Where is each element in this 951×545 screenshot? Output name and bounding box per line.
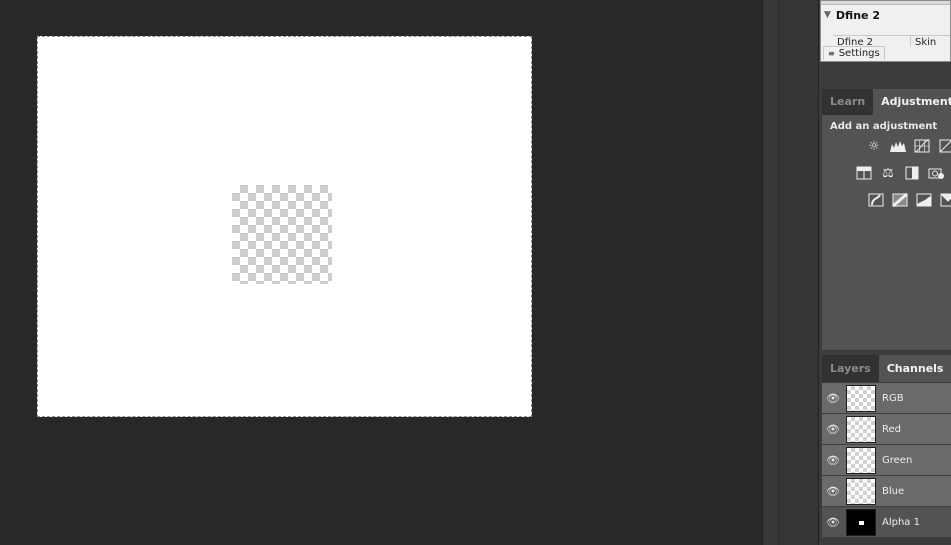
photo-filter-icon[interactable] xyxy=(927,165,945,181)
color-balance-icon[interactable]: ⚖ xyxy=(879,165,897,181)
black-white-icon[interactable] xyxy=(903,165,921,181)
adjustment-icons-row-3 xyxy=(867,192,951,208)
plugin-settings-tab[interactable]: ≡ Settings xyxy=(823,46,885,60)
channel-row-green[interactable]: 👁 Green xyxy=(822,445,951,476)
plugin-table-col-2[interactable]: Skin xyxy=(911,36,936,47)
channel-row-blue[interactable]: 👁 Blue xyxy=(822,476,951,507)
invert-icon[interactable] xyxy=(867,192,885,208)
add-adjustment-label: Add an adjustment xyxy=(830,121,938,132)
channel-name: Blue xyxy=(882,485,905,497)
plugin-title-row[interactable]: ▼ Dfine 2 xyxy=(821,5,950,25)
panel-dock-strip[interactable] xyxy=(762,0,778,545)
visibility-eye-icon[interactable]: 👁 xyxy=(822,516,844,529)
tab-layers[interactable]: Layers xyxy=(822,355,879,382)
visibility-eye-icon[interactable]: 👁 xyxy=(822,485,844,498)
settings-list-icon: ≡ xyxy=(828,49,835,58)
photoshop-window: ▼ Dfine 2 Dfine 2 Skin ≡ Settings Learn … xyxy=(0,0,951,545)
channel-thumbnail xyxy=(846,477,876,505)
channel-row-red[interactable]: 👁 Red xyxy=(822,414,951,445)
channel-row-rgb[interactable]: 👁 RGB xyxy=(822,383,951,414)
tab-channels[interactable]: Channels xyxy=(878,355,951,382)
adjustment-icons-row-2: ⚖ xyxy=(855,165,945,181)
tab-adjustments[interactable]: Adjustments xyxy=(873,89,951,115)
adjustment-icons-row-1: ☼ xyxy=(865,138,951,154)
levels-icon[interactable] xyxy=(889,138,907,154)
dfine-plugin-window: ▼ Dfine 2 Dfine 2 Skin ≡ Settings xyxy=(820,0,951,62)
transparent-region xyxy=(232,185,332,284)
exposure-icon[interactable] xyxy=(937,138,951,154)
collapsed-panel-dock[interactable] xyxy=(778,0,818,545)
posterize-icon[interactable] xyxy=(891,192,909,208)
visibility-eye-icon[interactable]: 👁 xyxy=(822,423,844,436)
gradient-map-icon[interactable] xyxy=(939,192,951,208)
tab-learn[interactable]: Learn xyxy=(822,89,873,115)
channel-name: Red xyxy=(882,423,901,435)
channel-name: Green xyxy=(882,454,913,466)
channel-thumbnail xyxy=(846,508,876,536)
channel-name: Alpha 1 xyxy=(882,516,920,528)
collapse-triangle-icon[interactable]: ▼ xyxy=(824,10,831,20)
visibility-eye-icon[interactable]: 👁 xyxy=(822,454,844,467)
hue-saturation-icon[interactable] xyxy=(855,165,873,181)
visibility-eye-icon[interactable]: 👁 xyxy=(822,392,844,405)
channel-name: RGB xyxy=(882,392,904,404)
channel-thumbnail xyxy=(846,415,876,443)
threshold-icon[interactable] xyxy=(915,192,933,208)
canvas-workspace[interactable] xyxy=(0,0,762,545)
channels-list: 👁 RGB 👁 Red 👁 Green 👁 Blue 👁 Alpha 1 xyxy=(822,383,951,538)
channels-tab-bar: Layers Channels xyxy=(822,355,951,382)
adjustments-tab-bar: Learn Adjustments xyxy=(822,89,951,115)
plugin-settings-label: Settings xyxy=(838,48,880,59)
channel-thumbnail xyxy=(846,446,876,474)
brightness-contrast-icon[interactable]: ☼ xyxy=(865,138,883,154)
channel-thumbnail xyxy=(846,384,876,412)
channel-row-alpha-1[interactable]: 👁 Alpha 1 xyxy=(822,507,951,538)
curves-icon[interactable] xyxy=(913,138,931,154)
plugin-title: Dfine 2 xyxy=(835,8,880,22)
